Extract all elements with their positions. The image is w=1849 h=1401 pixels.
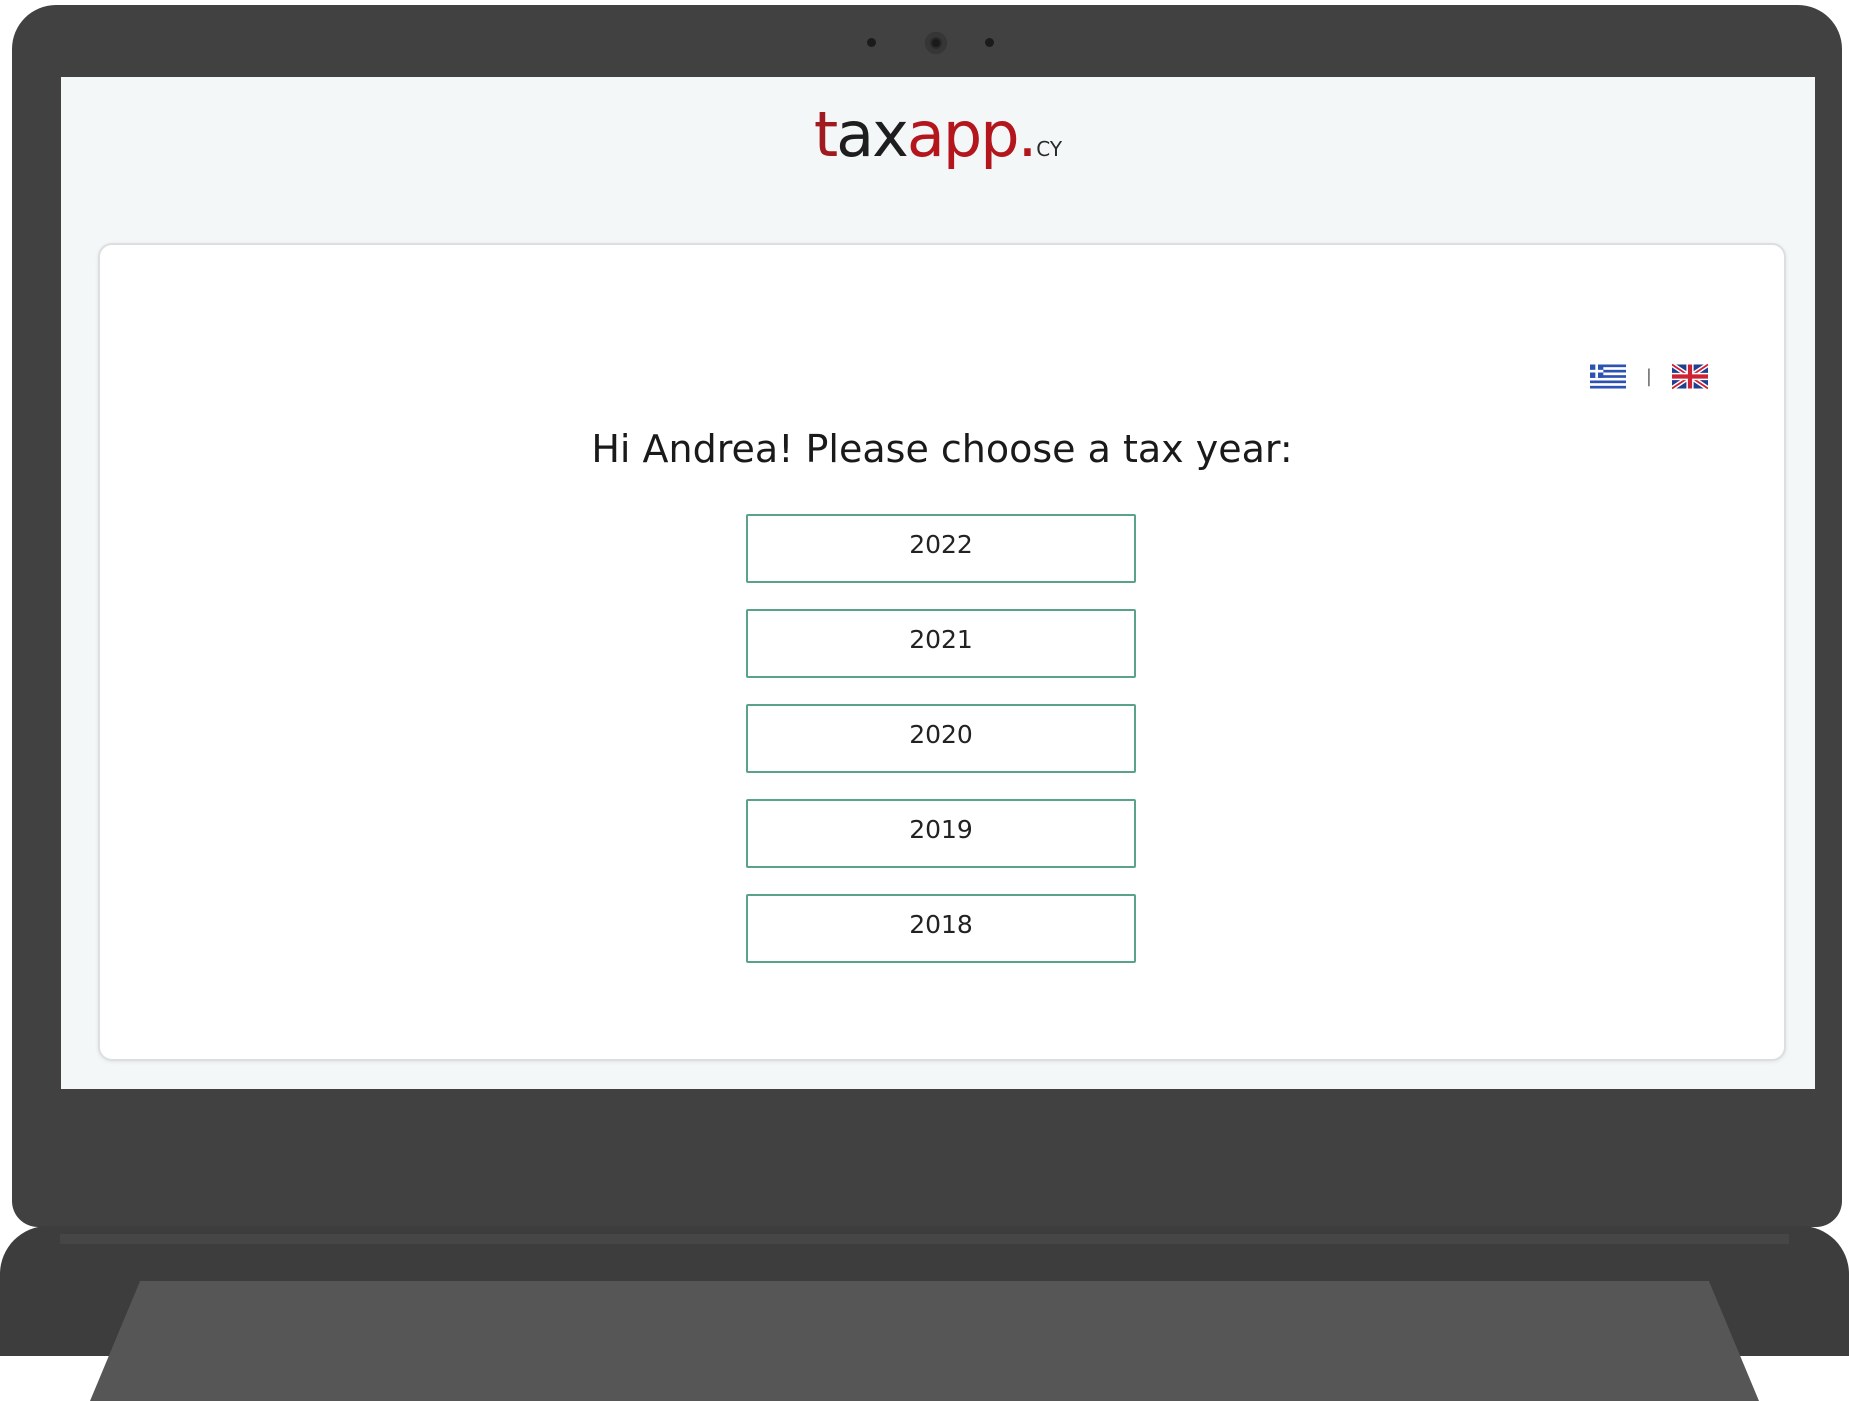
language-switcher: | <box>1589 363 1708 390</box>
sensor-dot-right <box>985 38 994 47</box>
language-english-button[interactable] <box>1672 363 1708 390</box>
language-separator: | <box>1645 366 1652 387</box>
logo-suffix: CY <box>1036 137 1063 161</box>
keyboard-deck <box>90 1281 1759 1401</box>
laptop-bezel: taxapp.CY | Hi Andrea! Please choose a t… <box>12 5 1842 1227</box>
tax-year-button-2020[interactable]: 2020 <box>746 704 1136 773</box>
webcam-icon <box>925 32 947 54</box>
logo-text-app: app <box>906 98 1020 171</box>
tax-year-button-2021[interactable]: 2021 <box>746 609 1136 678</box>
logo-text-ax: ax <box>836 98 909 171</box>
tax-year-card: | Hi Andrea! Please choose a tax year: 2… <box>98 243 1786 1061</box>
tax-year-list: 2022 2021 2020 2019 2018 <box>746 514 1136 989</box>
language-greek-button[interactable] <box>1589 363 1626 390</box>
laptop-keyboard-base <box>0 1226 1849 1401</box>
hinge-strip <box>60 1234 1789 1244</box>
logo-letter-t: t <box>813 98 838 171</box>
app-screen: taxapp.CY | Hi Andrea! Please choose a t… <box>61 77 1815 1089</box>
taxapp-logo[interactable]: taxapp.CY <box>61 95 1815 189</box>
sensor-dot-left <box>867 38 876 47</box>
tax-year-button-2022[interactable]: 2022 <box>746 514 1136 583</box>
tax-year-button-2018[interactable]: 2018 <box>746 894 1136 963</box>
tax-year-button-2019[interactable]: 2019 <box>746 799 1136 868</box>
page-title: Hi Andrea! Please choose a tax year: <box>591 427 1293 471</box>
logo-dot: . <box>1017 98 1038 171</box>
uk-flag-icon <box>1672 363 1708 390</box>
greek-flag-icon <box>1589 364 1626 389</box>
